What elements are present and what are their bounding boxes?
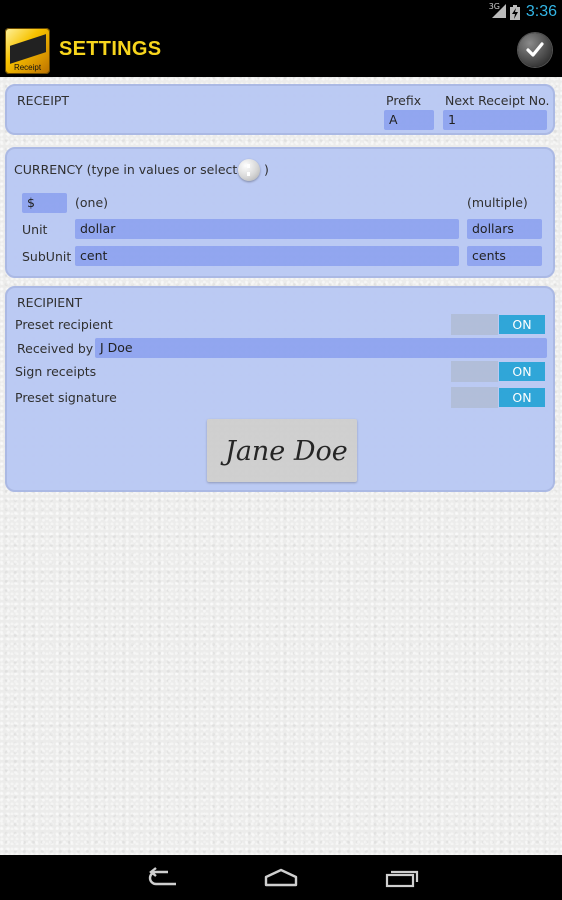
sign-receipts-toggle-state: ON — [499, 362, 545, 381]
signature-text: Jane Doe — [220, 436, 348, 467]
preset-recipient-label: Preset recipient — [15, 317, 113, 332]
navigation-bar — [0, 855, 562, 900]
subunit-plural-field[interactable]: cents — [467, 246, 542, 266]
recent-apps-icon[interactable] — [383, 867, 419, 889]
next-receipt-number-label: Next Receipt No. — [445, 93, 550, 108]
screen-title: SETTINGS — [59, 38, 162, 60]
more-options-icon — [247, 164, 253, 176]
signature-graphic: Jane Doe — [220, 436, 348, 467]
preset-signature-toggle-state: ON — [499, 388, 545, 407]
received-by-field[interactable]: J Doe — [95, 338, 547, 358]
currency-heading-close: ) — [264, 162, 269, 177]
sign-receipts-toggle[interactable]: ON — [451, 361, 546, 382]
clock: 3:36 — [525, 3, 557, 20]
action-bar: Receipt SETTINGS — [0, 25, 562, 77]
prefix-label: Prefix — [386, 93, 422, 108]
recipient-heading: RECIPIENT — [17, 295, 83, 310]
next-receipt-number-field[interactable]: 1 — [443, 110, 547, 130]
received-by-label: Received by — [17, 341, 94, 356]
recipient-panel: RECIPIENT Preset recipient ON Received b… — [5, 286, 555, 492]
preset-recipient-toggle-state: ON — [499, 315, 545, 334]
battery-charging-icon — [510, 5, 520, 20]
currency-symbol-field[interactable]: $ — [22, 193, 67, 213]
preset-recipient-toggle[interactable]: ON — [451, 314, 546, 335]
status-bar: 3G 3:36 — [0, 0, 562, 25]
sign-receipts-label: Sign receipts — [15, 364, 97, 379]
preset-signature-label: Preset signature — [15, 390, 117, 405]
unit-singular-field[interactable]: dollar — [75, 219, 459, 239]
signature-image[interactable]: Jane Doe — [207, 419, 357, 482]
signal-icon — [492, 4, 506, 18]
receipt-heading: RECEIPT — [17, 93, 70, 108]
receipt-panel: RECEIPT Prefix Next Receipt No. A 1 — [5, 84, 555, 135]
app-icon[interactable]: Receipt — [5, 28, 50, 74]
subunit-singular-field[interactable]: cent — [75, 246, 459, 266]
unit-label: Unit — [22, 222, 48, 237]
prefix-field[interactable]: A — [384, 110, 434, 130]
preset-signature-toggle[interactable]: ON — [451, 387, 546, 408]
currency-panel: CURRENCY (type in values or select ) $ (… — [5, 147, 555, 278]
one-label: (one) — [75, 195, 109, 210]
currency-heading: CURRENCY (type in values or select — [14, 162, 238, 177]
back-icon[interactable] — [144, 867, 180, 889]
done-button[interactable] — [518, 33, 552, 67]
app-icon-label: Receipt — [13, 63, 42, 72]
unit-plural-field[interactable]: dollars — [467, 219, 542, 239]
subunit-label: SubUnit — [22, 249, 72, 264]
check-icon — [526, 42, 544, 57]
currency-select-button[interactable] — [238, 159, 260, 181]
multiple-label: (multiple) — [467, 195, 528, 210]
home-icon[interactable] — [263, 867, 299, 889]
